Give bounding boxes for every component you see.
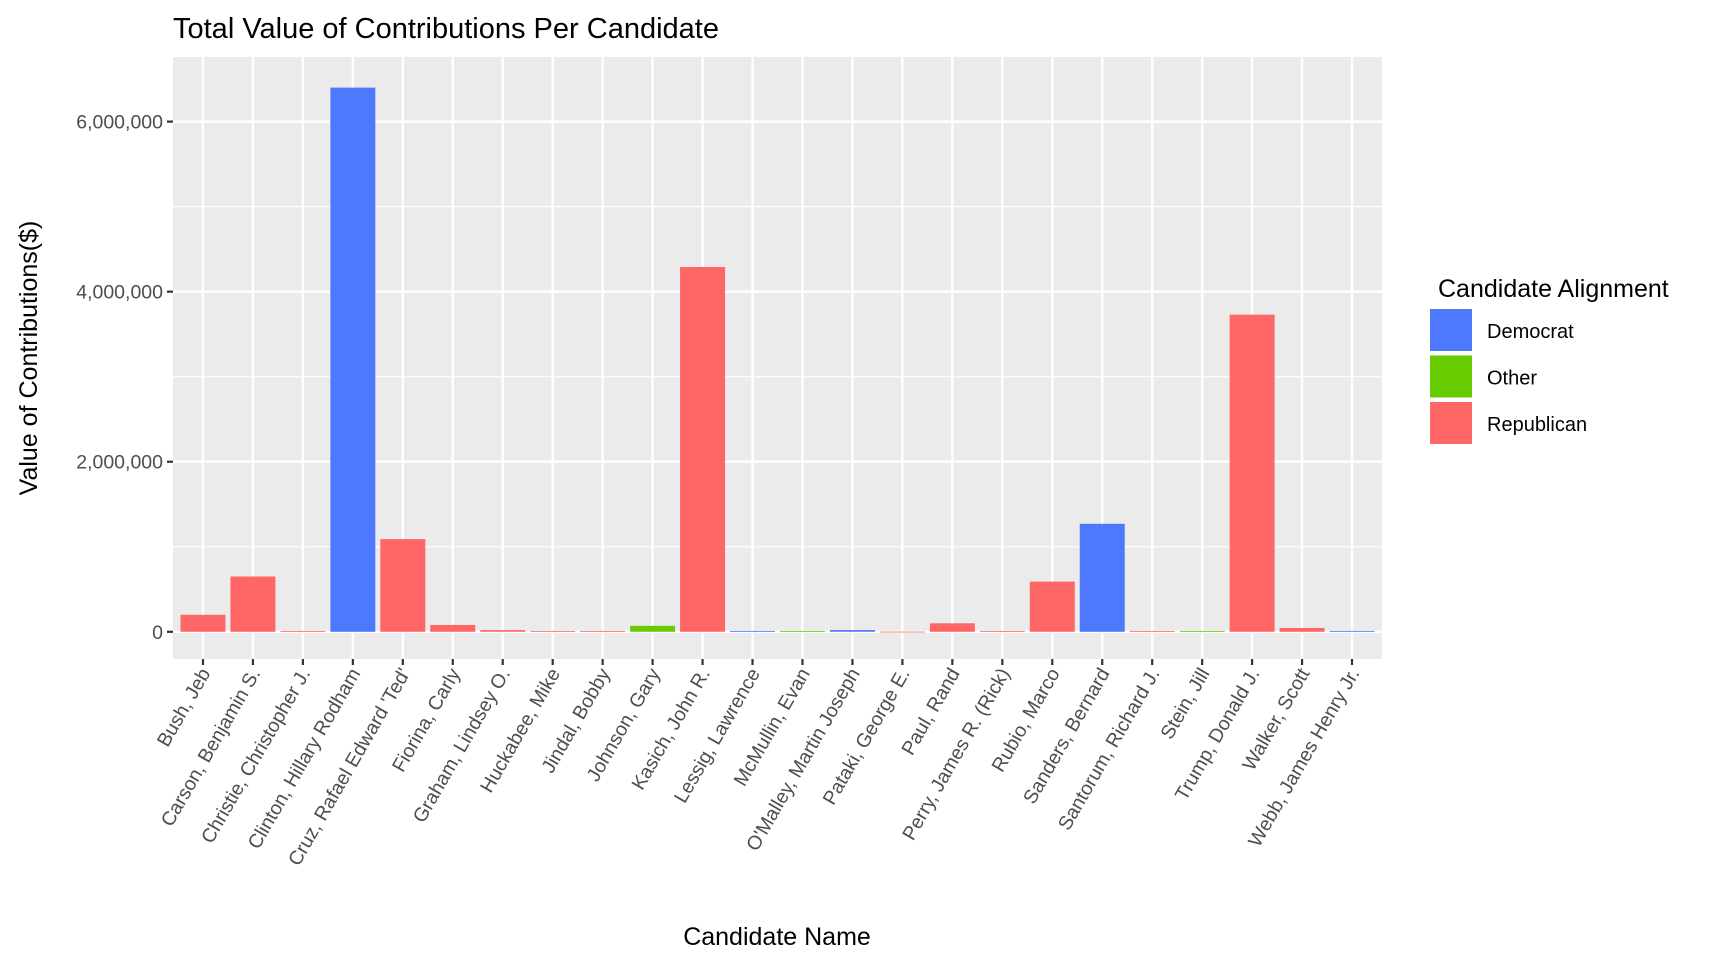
- bar: [230, 576, 276, 632]
- bar: [330, 87, 376, 632]
- bar: [1279, 627, 1325, 632]
- bar-chart: Total Value of Contributions Per Candida…: [15, 13, 1669, 951]
- bar: [929, 623, 975, 632]
- bar: [1129, 630, 1175, 632]
- y-tick-label: 6,000,000: [76, 112, 163, 134]
- legend: Candidate Alignment Democrat Other Republi…: [1430, 275, 1669, 444]
- bar: [630, 625, 676, 632]
- bar: [829, 630, 875, 632]
- legend-key-other: [1430, 355, 1472, 398]
- x-axis-title: Candidate Name: [683, 923, 871, 951]
- bar: [380, 539, 426, 632]
- bar: [730, 630, 776, 632]
- legend-label: Democrat: [1487, 321, 1574, 343]
- bar: [530, 630, 576, 632]
- legend-key-democrat: [1430, 309, 1472, 351]
- bar: [480, 630, 526, 632]
- bar: [979, 630, 1025, 632]
- bar: [1079, 523, 1125, 632]
- y-tick-label: 2,000,000: [76, 452, 163, 474]
- y-tick-label: 0: [152, 622, 163, 644]
- bar: [879, 631, 925, 633]
- bar: [779, 630, 825, 632]
- legend-key-republican: [1430, 402, 1472, 444]
- bar: [580, 630, 626, 632]
- y-axis-title: Value of Contributions($): [15, 221, 43, 496]
- bar: [280, 630, 326, 632]
- bar: [1229, 314, 1275, 632]
- legend-label: Other: [1487, 368, 1537, 390]
- bar: [680, 267, 726, 632]
- bar: [1029, 581, 1075, 632]
- bar: [1179, 630, 1225, 632]
- y-tick-label: 4,000,000: [76, 282, 163, 304]
- x-axis: Bush, JebCarson, Benjamin S.Christie, Ch…: [153, 659, 1364, 870]
- bar: [430, 624, 476, 632]
- y-axis: 0 2,000,000 4,000,000 6,000,000: [76, 112, 173, 644]
- legend-label: Republican: [1487, 414, 1587, 436]
- legend-title: Candidate Alignment: [1438, 275, 1669, 303]
- chart-title: Total Value of Contributions Per Candida…: [173, 13, 719, 45]
- bar: [1329, 630, 1375, 632]
- bar: [180, 614, 226, 632]
